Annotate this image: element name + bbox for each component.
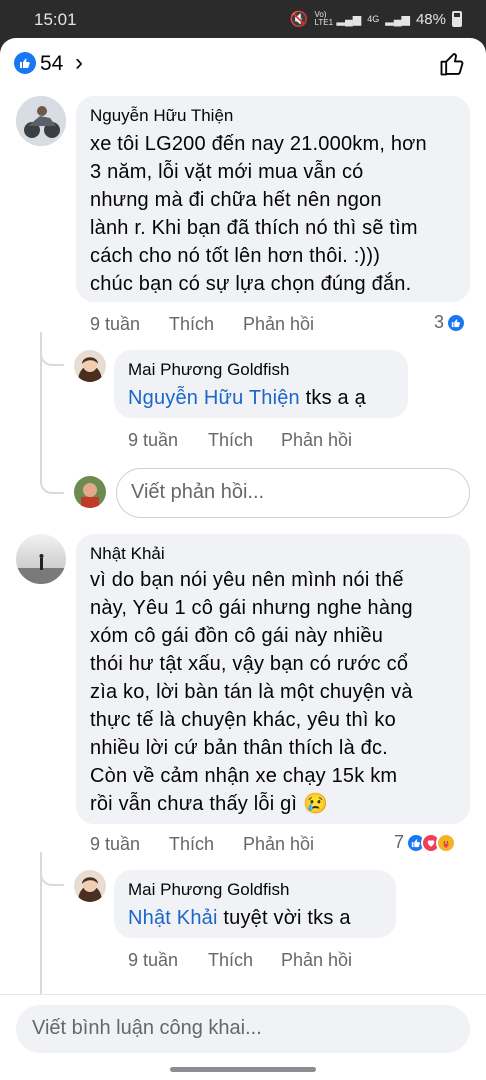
reply-body: tuyệt vời tks a <box>217 907 351 929</box>
battery-icon <box>452 11 462 27</box>
comment-line: thực tế là chuyện khác, yêu thì ko <box>90 709 396 731</box>
avatar[interactable] <box>74 870 106 902</box>
mention-link[interactable]: Nguyễn Hữu Thiện <box>128 387 300 409</box>
reply-text: Nguyễn Hữu Thiện tks a ạ <box>128 384 366 412</box>
reply-time: 9 tuần <box>128 950 179 970</box>
comments-sheet: 54 › Nguyễn Hữu Thiện xe tôi LG200 đến n… <box>0 38 486 1080</box>
reaction-summary[interactable]: 3 <box>434 312 467 333</box>
like-button[interactable]: Thích <box>169 314 214 335</box>
reply-button[interactable]: Phản hồi <box>281 950 352 971</box>
comment-text: xe tôi LG200 đến nay 21.000km, hơn 3 năm… <box>90 130 427 298</box>
comment-line: xóm cô gái đồn cô gái này nhiều <box>90 625 384 647</box>
reaction-summary[interactable]: 7 <box>394 832 457 853</box>
comment-text: vì do bạn nói yêu nên mình nói thế này, … <box>90 566 413 818</box>
thread-connector <box>40 478 64 494</box>
reply-bubble[interactable]: Mai Phương Goldfish Nhật Khải tuyệt vời … <box>114 870 396 938</box>
reply-input[interactable]: Viết phản hồi... <box>116 468 470 518</box>
reaction-count: 7 <box>394 832 405 852</box>
reply-button[interactable]: Phản hồi <box>243 834 314 855</box>
status-bar: 15:01 🔇 Vo) LTE1 ▂▄▆ 4G ▂▄▆ 48% <box>0 0 486 38</box>
battery-percent: 48% <box>415 10 446 28</box>
comment-line: rồi vẫn chưa thấy lỗi gì 😢 <box>90 793 329 815</box>
comment-line: này, Yêu 1 cô gái nhưng nghe hàng <box>90 597 413 619</box>
avatar[interactable] <box>16 96 66 146</box>
thread-line <box>40 884 42 994</box>
comment-line: vì do bạn nói yêu nên mình nói thế <box>90 569 404 591</box>
comment-composer-bar: Viết bình luận công khai... <box>0 994 486 1080</box>
avatar <box>74 476 106 508</box>
reply-button[interactable]: Phản hồi <box>281 430 352 451</box>
avatar[interactable] <box>74 350 106 382</box>
chevron-right-icon[interactable]: › <box>75 49 83 77</box>
comment-line: xe tôi LG200 đến nay 21.000km, hơn <box>90 133 427 155</box>
comment-line: 3 năm, lỗi vặt mới mua vẫn có <box>90 161 364 183</box>
comment-line: zìa ko, lời bàn tán là một chuyện và <box>90 681 413 703</box>
reply-bubble[interactable]: Mai Phương Goldfish Nguyễn Hữu Thiện tks… <box>114 350 408 418</box>
mention-link[interactable]: Nhật Khải <box>128 907 218 929</box>
signal-icon-2: ▂▄▆ <box>385 13 410 26</box>
comments-header: 54 › <box>0 38 486 90</box>
status-icons: 🔇 Vo) LTE1 ▂▄▆ 4G ▂▄▆ 48% <box>290 10 462 28</box>
comment-time: 9 tuần <box>90 834 141 854</box>
like-button[interactable]: Thích <box>169 834 214 855</box>
comment-line: chúc bạn có sự lựa chọn đúng đắn. <box>90 273 412 295</box>
like-count[interactable]: 54 <box>40 52 63 76</box>
comment-line: thói hư tật xấu, vậy bạn có rước cổ <box>90 653 409 675</box>
comment-line: cách cho nó tốt lên hơn thôi. :))) <box>90 245 381 267</box>
care-reaction-icon <box>436 832 457 853</box>
avatar[interactable] <box>16 534 66 584</box>
comment-author[interactable]: Nhật Khải <box>90 544 165 564</box>
home-indicator[interactable] <box>170 1067 316 1072</box>
comment-line: nhiều lời cứ bản thân thích là đc. <box>90 737 388 759</box>
reply-button[interactable]: Phản hồi <box>243 314 314 335</box>
comment-bubble[interactable]: Nhật Khải vì do bạn nói yêu nên mình nói… <box>76 534 470 824</box>
comment-line: Còn về cảm nhận xe chạy 15k km <box>90 765 398 787</box>
like-button[interactable]: Thích <box>208 950 253 971</box>
comment-time: 9 tuần <box>90 314 141 334</box>
comment-line: nhưng mà đi chữa hết nên ngon <box>90 189 382 211</box>
comment-input[interactable]: Viết bình luận công khai... <box>16 1005 470 1053</box>
comment-author[interactable]: Nguyễn Hữu Thiện <box>90 106 233 126</box>
thread-connector <box>40 870 64 886</box>
signal-icon: ▂▄▆ <box>336 13 362 26</box>
comment-bubble[interactable]: Nguyễn Hữu Thiện xe tôi LG200 đến nay 21… <box>76 96 470 302</box>
like-button[interactable]: Thích <box>208 430 253 451</box>
reply-time: 9 tuần <box>128 430 179 450</box>
reply-author[interactable]: Mai Phương Goldfish <box>128 880 289 900</box>
reaction-count: 3 <box>434 312 445 332</box>
reply-body: tks a ạ <box>299 387 366 409</box>
status-time: 15:01 <box>34 10 77 29</box>
thread-line <box>40 364 42 480</box>
mute-icon: 🔇 <box>289 11 309 28</box>
like-reaction-icon <box>14 52 36 74</box>
comment-line: lành r. Khi bạn đã thích nó thì sẽ tìm <box>90 217 418 239</box>
volte-icon: Vo) LTE1 <box>314 10 334 27</box>
thread-connector <box>40 350 64 366</box>
like-outline-icon[interactable] <box>438 50 466 83</box>
reply-text: Nhật Khải tuyệt vời tks a <box>128 904 351 932</box>
reply-author[interactable]: Mai Phương Goldfish <box>128 360 289 380</box>
like-reaction-icon <box>446 312 467 333</box>
network-4g-label: 4G <box>367 14 380 24</box>
